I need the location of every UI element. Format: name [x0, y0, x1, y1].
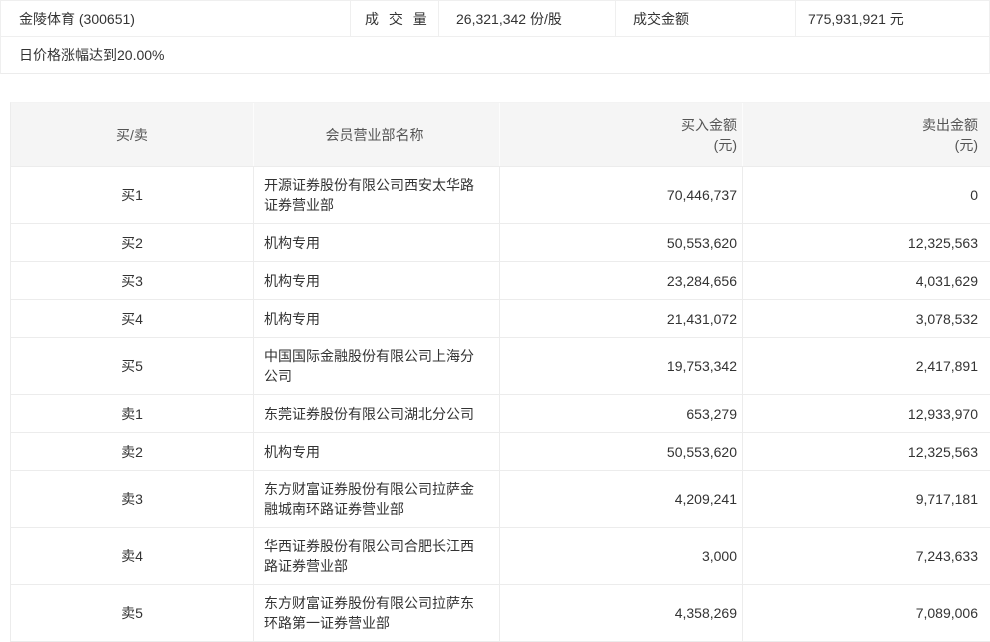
table-row: 买5 中国国际金融股份有限公司上海分公司 19,753,342 2,417,89… — [11, 338, 990, 395]
row-buy-amount: 23,284,656 — [500, 262, 743, 299]
row-buy-sell-rank: 卖5 — [11, 585, 254, 641]
table-row: 买2 机构专用 50,553,620 12,325,563 — [11, 224, 990, 262]
table-header-row: 买/卖 会员营业部名称 买入金额 (元) 卖出金额 (元) — [11, 103, 990, 167]
table-row: 买3 机构专用 23,284,656 4,031,629 — [11, 262, 990, 300]
row-branch-name: 机构专用 — [254, 300, 500, 337]
header-branch-name: 会员营业部名称 — [254, 103, 500, 166]
row-sell-amount: 7,243,633 — [743, 528, 990, 584]
limit-up-reason: 日价格涨幅达到20.00% — [1, 37, 989, 73]
header-sell-amount: 卖出金额 (元) — [743, 103, 990, 166]
row-buy-sell-rank: 卖3 — [11, 471, 254, 527]
turnover-value: 775,931,921 元 — [796, 1, 989, 36]
row-buy-amount: 50,553,620 — [500, 433, 743, 470]
row-sell-amount: 3,078,532 — [743, 300, 990, 337]
header-buy-amount: 买入金额 (元) — [500, 103, 743, 166]
volume-value: 26,321,342 份/股 — [439, 1, 616, 36]
table-row: 买1 开源证券股份有限公司西安太华路证券营业部 70,446,737 0 — [11, 167, 990, 224]
stock-name: 金陵体育 (300651) — [1, 1, 351, 36]
row-branch-name: 机构专用 — [254, 262, 500, 299]
row-branch-name: 东莞证券股份有限公司湖北分公司 — [254, 395, 500, 432]
row-branch-name: 开源证券股份有限公司西安太华路证券营业部 — [254, 167, 500, 223]
row-buy-sell-rank: 买2 — [11, 224, 254, 261]
table-row: 卖1 东莞证券股份有限公司湖北分公司 653,279 12,933,970 — [11, 395, 990, 433]
row-branch-name: 华西证券股份有限公司合肥长江西路证券营业部 — [254, 528, 500, 584]
row-sell-amount: 12,325,563 — [743, 433, 990, 470]
row-buy-amount: 4,209,241 — [500, 471, 743, 527]
row-sell-amount: 4,031,629 — [743, 262, 990, 299]
row-buy-sell-rank: 买1 — [11, 167, 254, 223]
volume-label: 成 交 量 — [351, 1, 439, 36]
turnover-label: 成交金额 — [616, 1, 796, 36]
row-buy-amount: 3,000 — [500, 528, 743, 584]
row-sell-amount: 12,325,563 — [743, 224, 990, 261]
row-sell-amount: 0 — [743, 167, 990, 223]
row-buy-amount: 4,358,269 — [500, 585, 743, 641]
row-buy-sell-rank: 卖1 — [11, 395, 254, 432]
table-row: 卖4 华西证券股份有限公司合肥长江西路证券营业部 3,000 7,243,633 — [11, 528, 990, 585]
summary-panel: 金陵体育 (300651) 成 交 量 26,321,342 份/股 成交金额 … — [0, 0, 990, 74]
row-buy-sell-rank: 卖2 — [11, 433, 254, 470]
row-branch-name: 机构专用 — [254, 433, 500, 470]
header-buy-sell-rank: 买/卖 — [11, 103, 254, 166]
table-row: 卖3 东方财富证券股份有限公司拉萨金融城南环路证券营业部 4,209,241 9… — [11, 471, 990, 528]
row-buy-sell-rank: 买5 — [11, 338, 254, 394]
row-buy-sell-rank: 买4 — [11, 300, 254, 337]
row-branch-name: 东方财富证券股份有限公司拉萨东环路第一证券营业部 — [254, 585, 500, 641]
row-sell-amount: 9,717,181 — [743, 471, 990, 527]
broker-seats-table: 买/卖 会员营业部名称 买入金额 (元) 卖出金额 (元) 买1 开源证券股份有… — [10, 102, 990, 642]
table-row: 卖2 机构专用 50,553,620 12,325,563 — [11, 433, 990, 471]
table-body: 买1 开源证券股份有限公司西安太华路证券营业部 70,446,737 0 买2 … — [11, 167, 990, 642]
row-buy-amount: 50,553,620 — [500, 224, 743, 261]
row-sell-amount: 12,933,970 — [743, 395, 990, 432]
table-row: 买4 机构专用 21,431,072 3,078,532 — [11, 300, 990, 338]
row-buy-amount: 21,431,072 — [500, 300, 743, 337]
table-row: 卖5 东方财富证券股份有限公司拉萨东环路第一证券营业部 4,358,269 7,… — [11, 585, 990, 642]
row-buy-amount: 19,753,342 — [500, 338, 743, 394]
summary-row-main: 金陵体育 (300651) 成 交 量 26,321,342 份/股 成交金额 … — [1, 1, 989, 37]
row-sell-amount: 2,417,891 — [743, 338, 990, 394]
row-branch-name: 东方财富证券股份有限公司拉萨金融城南环路证券营业部 — [254, 471, 500, 527]
row-buy-sell-rank: 买3 — [11, 262, 254, 299]
row-branch-name: 机构专用 — [254, 224, 500, 261]
row-buy-amount: 70,446,737 — [500, 167, 743, 223]
row-buy-amount: 653,279 — [500, 395, 743, 432]
row-sell-amount: 7,089,006 — [743, 585, 990, 641]
row-branch-name: 中国国际金融股份有限公司上海分公司 — [254, 338, 500, 394]
row-buy-sell-rank: 卖4 — [11, 528, 254, 584]
